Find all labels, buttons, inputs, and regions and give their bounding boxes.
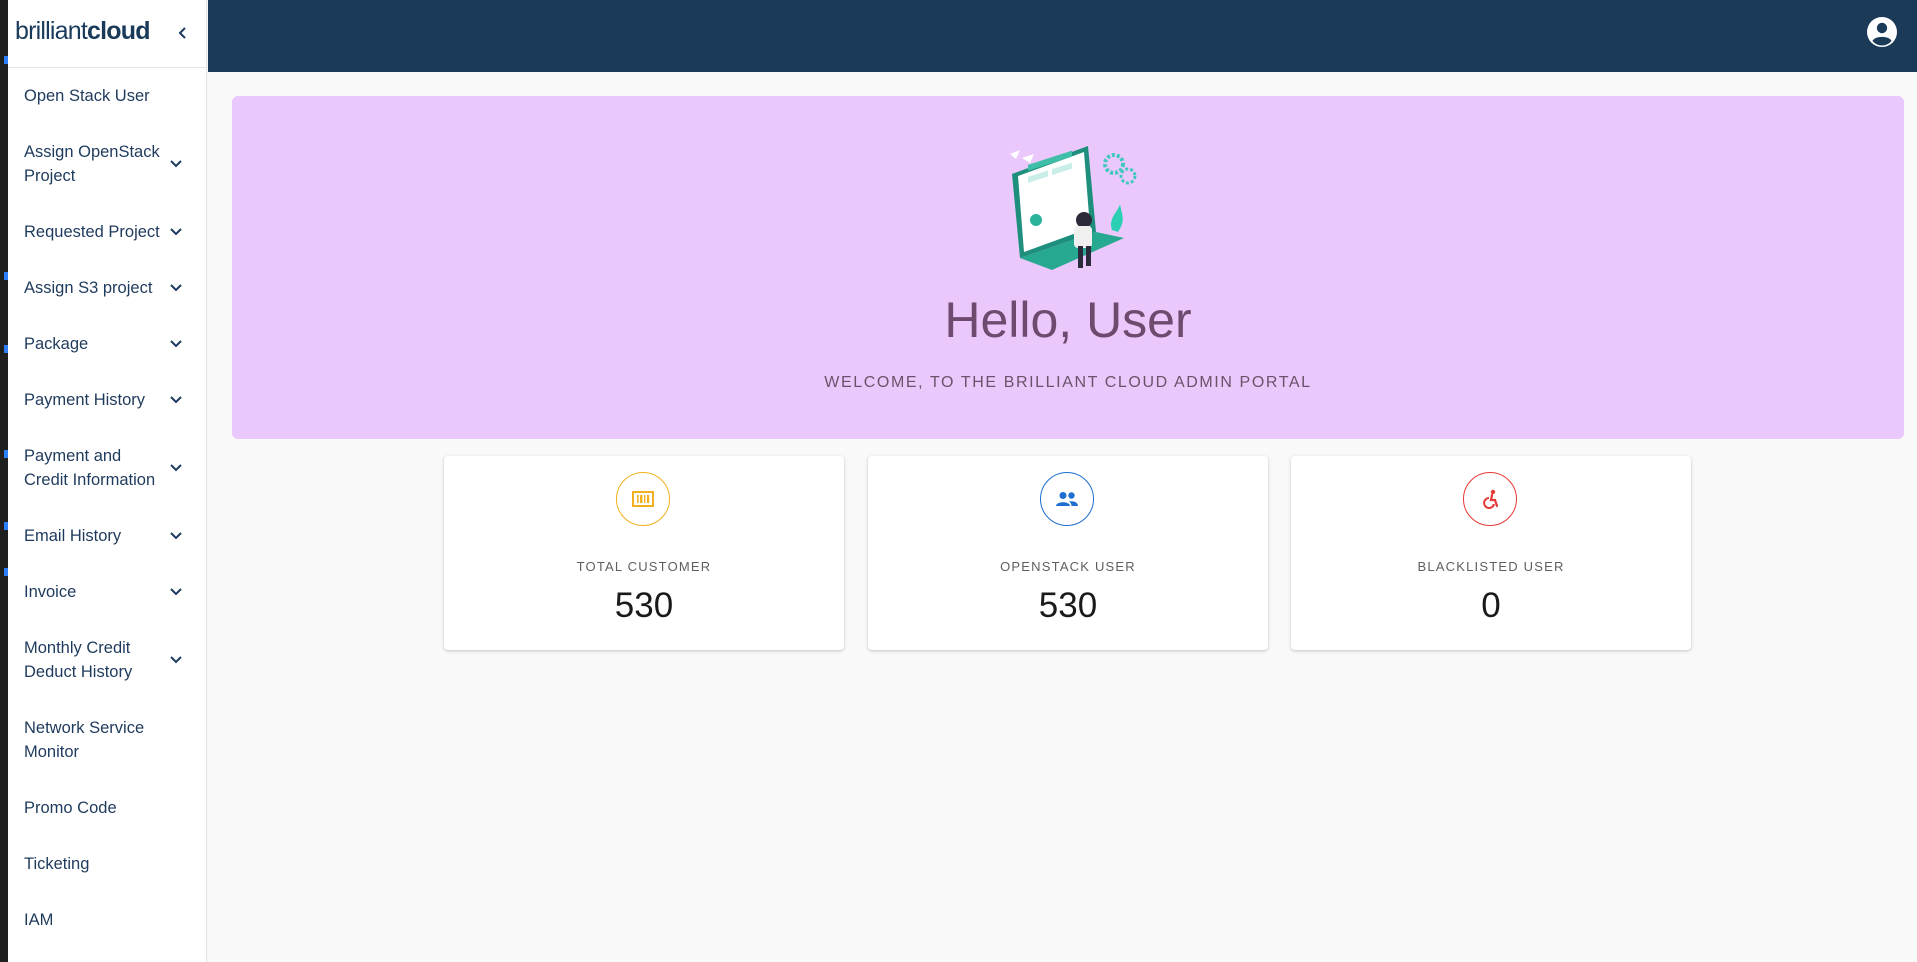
account-button[interactable] <box>1865 15 1899 49</box>
stat-label: BLACKLISTED USER <box>1417 559 1565 574</box>
stat-card-blacklisted-user: BLACKLISTED USER 0 <box>1291 456 1691 650</box>
brand-header: brilliantcloud <box>8 0 206 68</box>
sidebar-item-label: Ticketing <box>24 855 90 873</box>
sidebar-nav: Open Stack User Assign OpenStack Project… <box>8 68 206 948</box>
account-circle-icon <box>1867 17 1897 47</box>
chevron-left-icon <box>178 27 186 39</box>
welcome-banner: Hello, User WELCOME, TO THE BRILLIANT CL… <box>232 96 1904 439</box>
chevron-down-icon[interactable] <box>164 456 188 480</box>
logo-text-bold: cloud <box>87 17 150 45</box>
sidebar: brilliantcloud Open Stack User Assign Op… <box>8 0 207 962</box>
sidebar-item-label: Promo Code <box>24 799 117 817</box>
sidebar-item-invoice[interactable]: Invoice <box>8 564 206 620</box>
chevron-down-icon[interactable] <box>164 388 188 412</box>
stat-value: 530 <box>614 586 674 625</box>
sidebar-item-email-history[interactable]: Email History <box>8 508 206 564</box>
window-edge <box>0 0 8 962</box>
chevron-down-icon[interactable] <box>164 152 188 176</box>
sidebar-item-label: Requested Project <box>24 223 160 241</box>
sidebar-item-label: Invoice <box>24 583 77 601</box>
sidebar-item-assign-openstack-project[interactable]: Assign OpenStack Project <box>8 124 206 204</box>
brand-logo[interactable]: brilliantcloud <box>15 16 150 46</box>
sidebar-item-payment-credit-information[interactable]: Payment and Credit Information <box>8 428 206 508</box>
sidebar-item-label: Open Stack User <box>24 87 150 105</box>
people-icon <box>1040 472 1094 526</box>
sidebar-item-label: Payment and Credit Information <box>24 447 156 489</box>
sidebar-item-network-service-monitor[interactable]: Network Service Monitor <box>8 700 206 780</box>
sidebar-item-label: Package <box>24 335 89 353</box>
stat-label: TOTAL CUSTOMER <box>576 559 712 574</box>
sidebar-item-label: Assign OpenStack Project <box>24 143 160 185</box>
sidebar-item-label: Email History <box>24 527 122 545</box>
sidebar-item-open-stack-user[interactable]: Open Stack User <box>8 68 206 124</box>
sidebar-item-label: Monthly Credit Deduct History <box>24 639 133 681</box>
barcode-icon <box>616 472 670 526</box>
top-app-bar <box>208 0 1917 72</box>
sidebar-item-label: IAM <box>24 911 54 929</box>
stat-label: OPENSTACK USER <box>1000 559 1136 574</box>
sidebar-item-payment-history[interactable]: Payment History <box>8 372 206 428</box>
sidebar-item-ticketing[interactable]: Ticketing <box>8 836 206 892</box>
stat-value: 0 <box>1481 586 1501 625</box>
collapse-sidebar-button[interactable] <box>168 18 198 48</box>
sidebar-item-requested-project[interactable]: Requested Project <box>8 204 206 260</box>
chevron-down-icon[interactable] <box>164 276 188 300</box>
accessibility-icon <box>1463 472 1517 526</box>
stat-card-openstack-user: OPENSTACK USER 530 <box>868 456 1268 650</box>
chevron-down-icon[interactable] <box>164 648 188 672</box>
sidebar-item-assign-s3-project[interactable]: Assign S3 project <box>8 260 206 316</box>
sidebar-item-label: Payment History <box>24 391 146 409</box>
sidebar-item-monthly-credit-deduct-history[interactable]: Monthly Credit Deduct History <box>8 620 206 700</box>
sidebar-item-package[interactable]: Package <box>8 316 206 372</box>
stat-value: 530 <box>1038 586 1098 625</box>
sidebar-item-label: Assign S3 project <box>24 279 153 297</box>
laptop-illustration <box>1010 146 1137 270</box>
sidebar-item-iam[interactable]: IAM <box>8 892 206 948</box>
hero-subtitle: WELCOME, TO THE BRILLIANT CLOUD ADMIN PO… <box>824 374 1312 391</box>
stat-card-total-customer: TOTAL CUSTOMER 530 <box>444 456 844 650</box>
sidebar-item-promo-code[interactable]: Promo Code <box>8 780 206 836</box>
sidebar-item-label: Network Service Monitor <box>24 719 145 761</box>
chevron-down-icon[interactable] <box>164 524 188 548</box>
chevron-down-icon[interactable] <box>164 220 188 244</box>
hero-title: Hello, User <box>944 292 1192 348</box>
chevron-down-icon[interactable] <box>164 332 188 356</box>
chevron-down-icon[interactable] <box>164 580 188 604</box>
logo-text-light: brilliant <box>15 17 88 45</box>
